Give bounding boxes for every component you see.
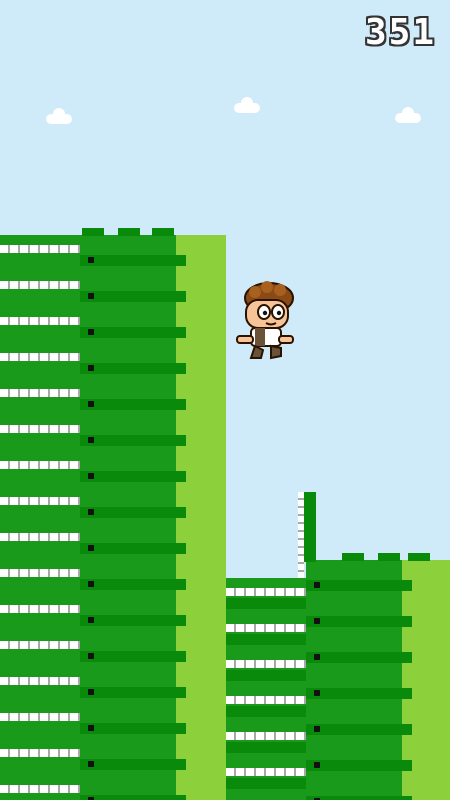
rooftop-block	[82, 228, 104, 236]
window-dot	[314, 762, 320, 768]
floor-ledge	[306, 796, 412, 800]
floor-ledge	[80, 435, 186, 446]
floor-ledge	[306, 580, 412, 591]
window-dot	[88, 329, 94, 335]
floor-ledge	[306, 616, 412, 627]
window-dot	[314, 582, 320, 588]
floor-ledge	[80, 507, 186, 518]
window-dot	[88, 293, 94, 299]
window-band	[226, 732, 306, 740]
window-band	[0, 713, 80, 721]
window-band	[0, 641, 80, 649]
window-band	[0, 533, 80, 541]
floor-ledge	[306, 760, 412, 771]
window-dot	[88, 617, 94, 623]
window-dot	[88, 257, 94, 263]
floor-ledge	[80, 651, 186, 662]
floor-ledge	[226, 778, 316, 789]
building-middle	[226, 578, 316, 800]
floor-ledge	[306, 724, 412, 735]
window-band	[0, 497, 80, 505]
window-band	[0, 749, 80, 757]
window-dot	[314, 690, 320, 696]
floor-ledge	[80, 363, 186, 374]
window-band	[226, 768, 306, 776]
window-band	[0, 245, 80, 253]
floor-ledge	[80, 399, 186, 410]
floor-ledge	[80, 723, 186, 734]
cloud-icon	[395, 107, 421, 123]
cloud-icon	[234, 97, 260, 113]
window-dot	[88, 473, 94, 479]
floor-ledge	[80, 471, 186, 482]
window-band	[226, 696, 306, 704]
window-band	[0, 677, 80, 685]
window-band	[0, 281, 80, 289]
floor-ledge	[80, 543, 186, 554]
rooftop-pole-side	[304, 492, 316, 562]
window-band	[226, 588, 306, 596]
floor-ledge	[226, 634, 316, 645]
floor-ledge	[226, 706, 316, 717]
floor-ledge	[80, 687, 186, 698]
rooftop-block	[152, 228, 174, 236]
player-character	[236, 281, 294, 360]
window-band	[0, 461, 80, 469]
floor-ledge	[306, 652, 412, 663]
floor-ledge	[80, 579, 186, 590]
score-counter: 351	[364, 12, 436, 53]
window-dot	[88, 401, 94, 407]
floor-ledge	[80, 795, 186, 800]
rooftop-block	[378, 553, 400, 561]
floor-ledge	[80, 327, 186, 338]
floor-ledge	[226, 670, 316, 681]
window-dot	[88, 545, 94, 551]
window-dot	[88, 653, 94, 659]
window-band	[0, 785, 80, 793]
window-dot	[314, 618, 320, 624]
window-dot	[88, 689, 94, 695]
floor-ledge	[226, 742, 316, 753]
window-dot	[314, 654, 320, 660]
window-dot	[88, 437, 94, 443]
floor-ledge	[226, 598, 316, 609]
rooftop-block	[408, 553, 430, 561]
floor-ledge	[306, 688, 412, 699]
window-dot	[88, 761, 94, 767]
window-band	[226, 624, 306, 632]
window-band	[0, 605, 80, 613]
window-band	[0, 425, 80, 433]
window-band	[0, 317, 80, 325]
floor-ledge	[80, 615, 186, 626]
window-dot	[88, 725, 94, 731]
floor-ledge	[80, 255, 186, 266]
window-band	[0, 389, 80, 397]
game-screen[interactable]: 351	[0, 0, 450, 800]
window-dot	[88, 581, 94, 587]
window-dot	[88, 365, 94, 371]
rooftop-block	[118, 228, 140, 236]
rooftop-block	[342, 553, 364, 561]
floor-ledge	[80, 291, 186, 302]
building-right	[306, 553, 450, 800]
window-dot	[314, 726, 320, 732]
floor-ledge	[80, 759, 186, 770]
window-band	[226, 660, 306, 668]
building-left	[0, 228, 226, 800]
window-dot	[88, 509, 94, 515]
window-band	[0, 353, 80, 361]
window-band	[0, 569, 80, 577]
cloud-icon	[46, 108, 72, 124]
